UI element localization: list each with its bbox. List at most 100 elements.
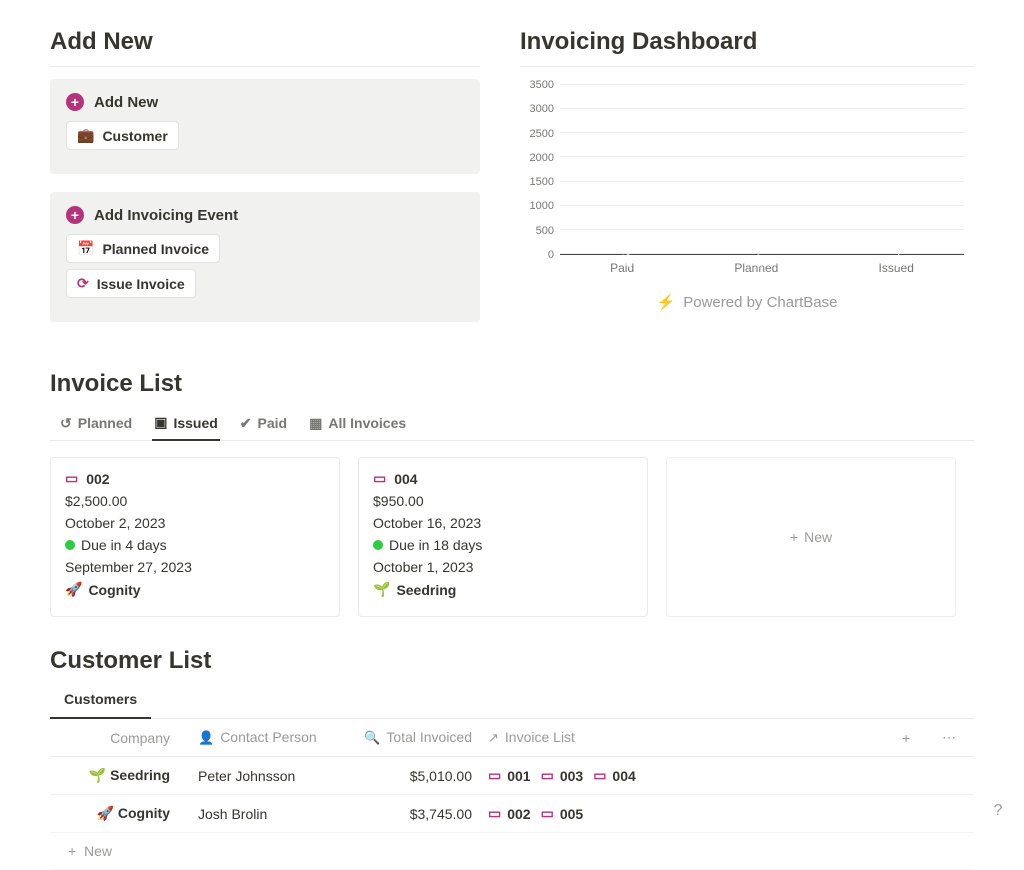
- invoice-due-date: October 16, 2023: [373, 515, 633, 531]
- add-invoicing-event-title: Add Invoicing Event: [94, 207, 238, 224]
- check-icon: ✔: [240, 415, 252, 432]
- planned-invoice-button[interactable]: 📅 Planned Invoice: [66, 234, 220, 263]
- planned-invoice-label: Planned Invoice: [102, 241, 209, 257]
- new-customer-button[interactable]: + New: [50, 833, 974, 870]
- col-contact: 👤Contact Person: [190, 719, 350, 757]
- col-total: 🔍Total Invoiced: [350, 719, 480, 757]
- add-new-title: Add New: [94, 94, 158, 111]
- y-tick: 1500: [530, 176, 554, 188]
- briefcase-icon: 💼: [77, 127, 94, 144]
- clock-icon: ↺: [60, 415, 72, 432]
- invoice-issue-date: October 1, 2023: [373, 559, 633, 575]
- invoice-id: 004: [394, 471, 417, 487]
- table-icon: ▦: [309, 415, 322, 432]
- col-company: Company: [50, 719, 190, 757]
- invoice-id: 002: [86, 471, 109, 487]
- rocket-icon: 🚀: [65, 581, 82, 598]
- invoice-due-in: Due in 18 days: [389, 537, 482, 553]
- y-tick: 500: [536, 225, 554, 237]
- tab-planned[interactable]: ↺ Planned: [58, 406, 134, 440]
- tab-issued-label: Issued: [173, 415, 217, 431]
- status-dot-icon: [373, 540, 383, 550]
- add-new-card: + Add New 💼 Customer: [50, 79, 480, 174]
- y-tick: 3500: [530, 79, 554, 91]
- add-invoicing-event-card: + Add Invoicing Event 📅 Planned Invoice …: [50, 192, 480, 322]
- invoice-icon: ▭: [541, 767, 554, 784]
- col-invoices: ↗Invoice List: [480, 719, 894, 757]
- bar-value-label: 3450: [890, 241, 904, 268]
- invoice-icon: ▭: [65, 470, 78, 487]
- total-invoiced: $3,745.00: [350, 795, 480, 833]
- rocket-icon: 🚀: [97, 805, 114, 821]
- invoice-issue-date: September 27, 2023: [65, 559, 325, 575]
- issue-icon: ⟳: [77, 275, 89, 292]
- invoice-tabs: ↺ Planned ▣ Issued ✔ Paid ▦ All Invoices: [50, 404, 974, 441]
- seed-icon: 🌱: [89, 767, 106, 783]
- contact-name: Peter Johnsson: [190, 757, 350, 795]
- powered-by: ⚡ Powered by ChartBase: [520, 293, 974, 311]
- invoice-icon: ▭: [593, 767, 606, 784]
- issue-invoice-label: Issue Invoice: [97, 276, 185, 292]
- calendar-icon: 📅: [77, 240, 94, 257]
- new-invoice-button[interactable]: +New: [666, 457, 956, 617]
- invoice-list-heading: Invoice List: [50, 370, 974, 398]
- invoice-card[interactable]: ▭ 004 $950.00 October 16, 2023 Due in 18 day…: [358, 457, 648, 617]
- dashboard-heading: Invoicing Dashboard: [520, 28, 974, 67]
- issued-icon: ▣: [154, 414, 167, 431]
- y-tick: 3000: [530, 103, 554, 115]
- customer-list-heading: Customer List: [50, 647, 974, 675]
- invoice-company: 🌱Seedring: [373, 581, 633, 598]
- issue-invoice-button[interactable]: ⟳ Issue Invoice: [66, 269, 196, 298]
- invoice-icon: ▭: [373, 470, 386, 487]
- invoice-chip[interactable]: ▭004: [593, 767, 636, 784]
- add-new-heading: Add New: [50, 28, 480, 67]
- invoice-icon: ▭: [488, 805, 501, 822]
- invoice-icon: ▭: [488, 767, 501, 784]
- contact-name: Josh Brolin: [190, 795, 350, 833]
- company-name: Cognity: [118, 805, 170, 821]
- invoice-due-date: October 2, 2023: [65, 515, 325, 531]
- invoice-chip[interactable]: ▭001: [488, 767, 531, 784]
- help-button[interactable]: ?: [986, 799, 1010, 823]
- tab-customers[interactable]: Customers: [50, 681, 151, 719]
- customer-button[interactable]: 💼 Customer: [66, 121, 179, 150]
- bolt-icon: ⚡: [657, 293, 676, 311]
- person-icon: 👤: [198, 730, 214, 745]
- bar-chart: 0 500 1000 1500 2000 2500 3000 3500 2560 2745 345…: [520, 79, 974, 311]
- total-invoiced: $5,010.00: [350, 757, 480, 795]
- bar-value-label: 2745: [755, 241, 769, 268]
- y-tick: 2000: [530, 152, 554, 164]
- tab-issued[interactable]: ▣ Issued: [152, 406, 220, 441]
- powered-by-label: Powered by ChartBase: [683, 294, 837, 311]
- seed-icon: 🌱: [373, 581, 390, 598]
- invoice-amount: $2,500.00: [65, 493, 325, 509]
- status-dot-icon: [65, 540, 75, 550]
- invoice-chip[interactable]: ▭002: [488, 805, 531, 822]
- plus-icon: +: [66, 206, 84, 224]
- table-row[interactable]: 🌱 Seedring Peter Johnsson$5,010.00 ▭001 ▭00…: [50, 757, 974, 795]
- y-tick: 2500: [530, 128, 554, 140]
- customer-button-label: Customer: [102, 128, 167, 144]
- y-tick: 0: [548, 249, 554, 261]
- invoice-chip[interactable]: ▭003: [541, 767, 584, 784]
- y-tick: 1000: [530, 200, 554, 212]
- plus-icon: +: [66, 93, 84, 111]
- invoice-amount: $950.00: [373, 493, 633, 509]
- tab-paid[interactable]: ✔ Paid: [238, 406, 289, 440]
- arrow-icon: ↗: [488, 730, 499, 745]
- invoice-company: 🚀Cognity: [65, 581, 325, 598]
- company-name: Seedring: [110, 767, 170, 783]
- tab-planned-label: Planned: [78, 415, 132, 431]
- more-columns-button[interactable]: ⋯: [934, 719, 974, 757]
- invoice-icon: ▭: [541, 805, 554, 822]
- search-icon: 🔍: [364, 730, 380, 745]
- bar-value-label: 2560: [620, 241, 634, 268]
- invoice-list-section: Invoice List ↺ Planned ▣ Issued ✔ Paid ▦…: [50, 370, 974, 617]
- invoice-chip[interactable]: ▭005: [541, 805, 584, 822]
- tab-all-invoices[interactable]: ▦ All Invoices: [307, 406, 408, 440]
- tab-paid-label: Paid: [258, 415, 288, 431]
- invoice-due-in: Due in 4 days: [81, 537, 167, 553]
- table-row[interactable]: 🚀 Cognity Josh Brolin$3,745.00 ▭002 ▭005: [50, 795, 974, 833]
- invoice-card[interactable]: ▭ 002 $2,500.00 October 2, 2023 Due in 4 day…: [50, 457, 340, 617]
- add-column-button[interactable]: +: [894, 719, 934, 757]
